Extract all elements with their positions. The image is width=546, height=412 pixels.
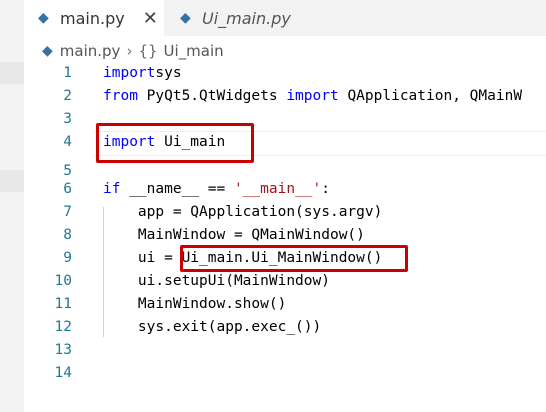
- line-number: 6: [63, 181, 72, 197]
- code-text: from PyQt5.QtWidgets import QApplication…: [103, 85, 522, 108]
- chevron-right-icon: ›: [126, 42, 133, 60]
- python-file-icon: ◆: [38, 10, 49, 26]
- breadcrumb-symbol[interactable]: Ui_main: [164, 42, 224, 60]
- highlight-box-class: [180, 245, 408, 272]
- code-token: MainWindow = QMainWindow(): [103, 227, 365, 243]
- strip-marker: [0, 170, 24, 192]
- code-line[interactable]: 2 from PyQt5.QtWidgets import QApplicatio…: [24, 85, 546, 108]
- code-text: ui.setupUi(MainWindow): [103, 270, 330, 293]
- code-token: sys.exit(app.exec_()): [103, 319, 322, 335]
- line-number: 3: [63, 111, 72, 127]
- close-icon[interactable]: ✕: [143, 8, 158, 29]
- string-token: '__main__': [233, 181, 322, 197]
- tab-main-py[interactable]: ◆ main.py ✕: [24, 0, 164, 36]
- line-number: 9: [63, 250, 72, 266]
- code-token: __name__ ==: [120, 181, 234, 197]
- line-number: 11: [54, 296, 72, 312]
- tab-ui-main-py[interactable]: ◆ Ui_main.py: [164, 0, 314, 36]
- python-file-icon: ◆: [180, 10, 191, 26]
- code-text: if __name__ == '__main__':: [103, 178, 330, 201]
- code-line[interactable]: 8 MainWindow = QMainWindow(): [24, 224, 546, 247]
- keyword-token: if: [103, 181, 121, 197]
- code-token: app = QApplication(sys.argv): [103, 204, 383, 220]
- code-line[interactable]: 12 sys.exit(app.exec_()): [24, 316, 546, 339]
- code-line[interactable]: 14: [24, 362, 546, 385]
- code-line[interactable]: 10 ui.setupUi(MainWindow): [24, 270, 546, 293]
- symbol-icon: {}: [138, 42, 158, 60]
- code-text: importsys: [103, 62, 182, 85]
- line-number: 12: [54, 319, 72, 335]
- strip-marker: [0, 62, 24, 84]
- code-line[interactable]: 7 app = QApplication(sys.argv): [24, 201, 546, 224]
- keyword-token: from: [103, 88, 138, 104]
- keyword-token: import: [286, 88, 339, 104]
- line-number: 8: [63, 227, 72, 243]
- code-token: PyQt5.QtWidgets: [137, 88, 287, 104]
- line-number: 4: [63, 134, 72, 150]
- code-line[interactable]: 1 importsys: [24, 62, 546, 85]
- code-token: ui.setupUi(MainWindow): [103, 273, 330, 289]
- code-text: app = QApplication(sys.argv): [103, 201, 382, 224]
- line-number: 10: [54, 273, 72, 289]
- code-editor[interactable]: 1 importsys 2 from PyQt5.QtWidgets import Q…: [24, 62, 546, 412]
- tab-label: Ui_main.py: [202, 8, 291, 28]
- code-line[interactable]: 6 if __name__ == '__main__':: [24, 178, 546, 201]
- tab-label: main.py: [60, 8, 125, 28]
- breadcrumb-file[interactable]: main.py: [60, 42, 121, 60]
- code-token: sys: [155, 65, 182, 81]
- code-text: sys.exit(app.exec_()): [103, 316, 321, 339]
- highlight-box-import: [96, 123, 254, 163]
- code-line[interactable]: 13: [24, 339, 546, 362]
- code-token: MainWindow.show(): [103, 296, 287, 312]
- line-number: 2: [63, 88, 72, 104]
- line-number: 1: [63, 65, 72, 81]
- python-file-icon: ◆: [42, 43, 53, 59]
- code-text: MainWindow.show(): [103, 293, 286, 316]
- tab-bar: ◆ main.py ✕ ◆ Ui_main.py: [24, 0, 546, 36]
- code-text: MainWindow = QMainWindow(): [103, 224, 365, 247]
- code-token: :: [321, 181, 331, 197]
- line-number: 7: [63, 204, 72, 220]
- line-number: 13: [54, 342, 72, 358]
- code-token: QApplication, QMainW: [338, 88, 523, 104]
- activity-strip: [0, 0, 24, 412]
- code-line[interactable]: 11 MainWindow.show(): [24, 293, 546, 316]
- line-number: 14: [54, 365, 72, 381]
- keyword-token: import: [103, 65, 156, 81]
